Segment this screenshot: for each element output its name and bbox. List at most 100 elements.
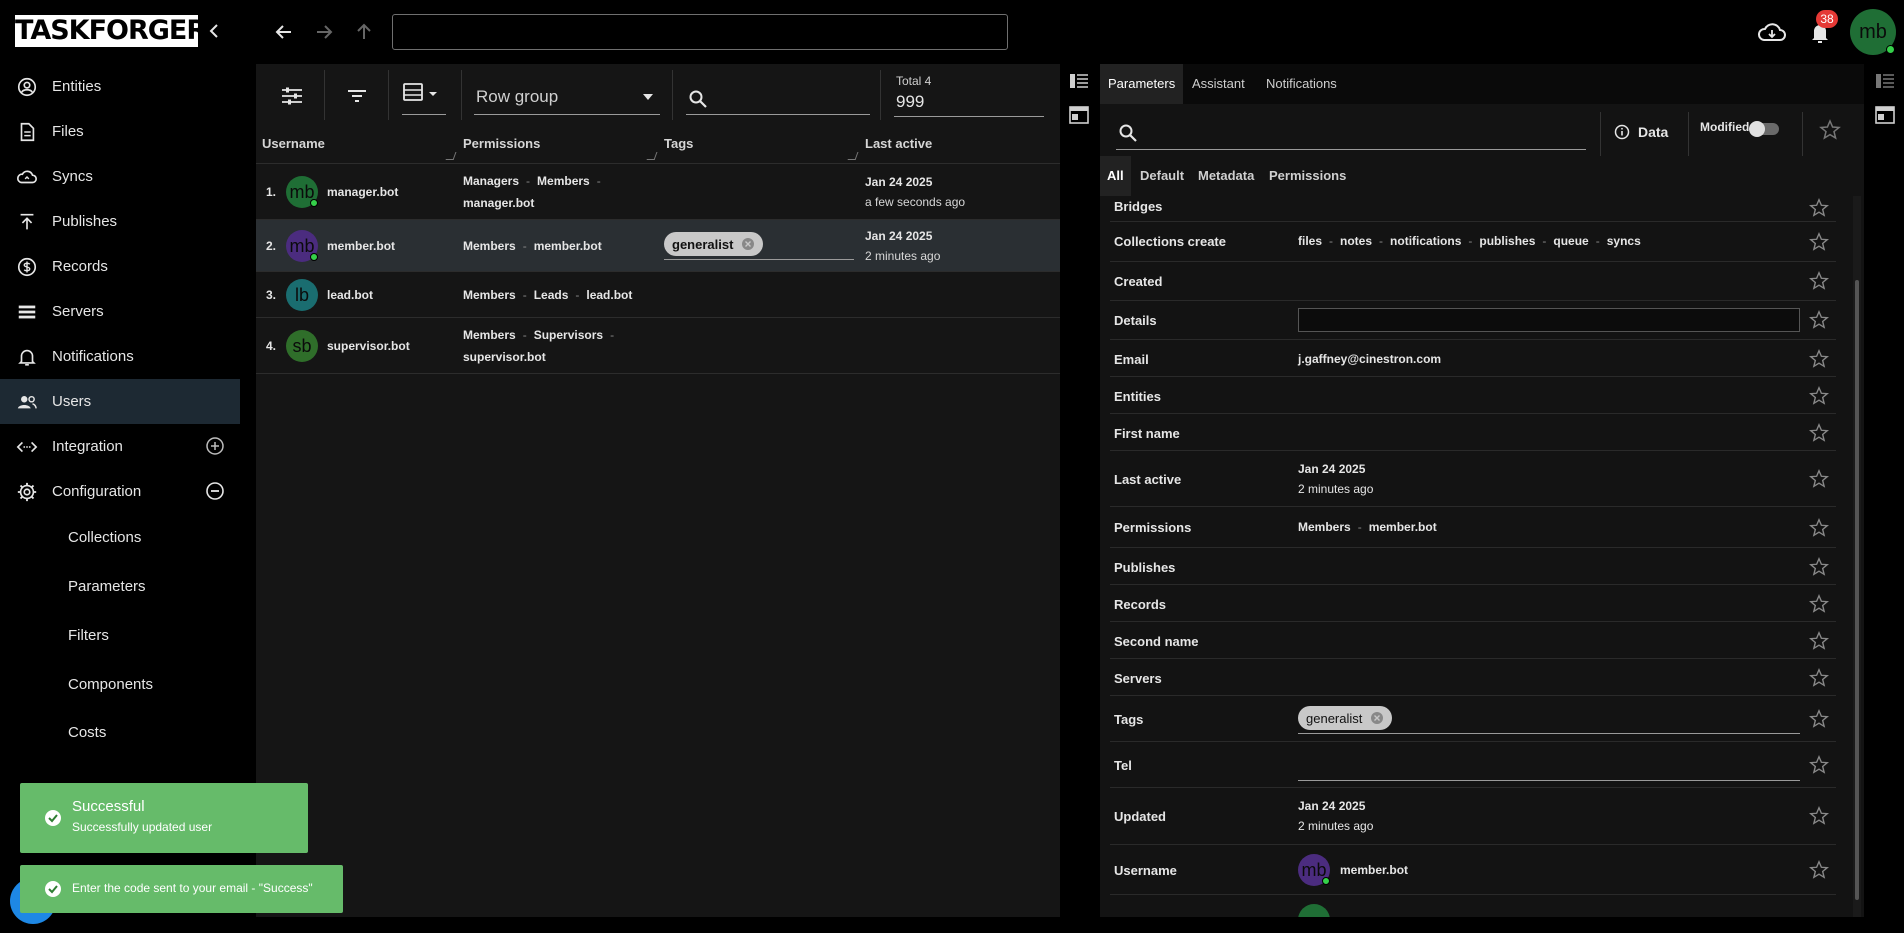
- panel-window-icon[interactable]: [1068, 104, 1090, 126]
- subtab-permissions[interactable]: Permissions: [1262, 156, 1353, 196]
- code-icon: [16, 441, 38, 452]
- sidebar-item-users[interactable]: Users: [0, 379, 240, 424]
- sidebar-subitem-costs[interactable]: Costs: [68, 721, 106, 745]
- subtab-all[interactable]: All: [1100, 156, 1131, 196]
- sidebar-subitem-parameters[interactable]: Parameters: [68, 575, 146, 599]
- details-input[interactable]: [1298, 308, 1800, 332]
- table-row[interactable]: 1. mb manager.bot Managers - Members - manag…: [256, 164, 1060, 220]
- permission-tag: Managers: [463, 174, 520, 188]
- parameters-search-input[interactable]: [1116, 116, 1586, 150]
- star-icon[interactable]: [1808, 348, 1830, 370]
- property-row: First name: [1110, 414, 1836, 451]
- property-label: Permissions: [1114, 520, 1192, 535]
- arrow-up-icon: [357, 23, 371, 39]
- view-mode-select[interactable]: [402, 79, 446, 115]
- column-header-permissions[interactable]: Permissions: [463, 136, 540, 151]
- panel-window-icon[interactable]: [1874, 104, 1896, 126]
- data-button[interactable]: Data: [1614, 116, 1668, 148]
- star-icon[interactable]: [1808, 754, 1830, 776]
- property-label: Email: [1114, 352, 1149, 367]
- tags-input[interactable]: generalist: [664, 232, 854, 260]
- star-icon[interactable]: [1808, 517, 1830, 539]
- table-row[interactable]: 4. sb supervisor.bot Members - Supervisors…: [256, 318, 1060, 374]
- sidebar-item-configuration[interactable]: Configuration: [0, 469, 240, 514]
- sidebar-subitem-components[interactable]: Components: [68, 673, 153, 697]
- sidebar-subitem-filters[interactable]: Filters: [68, 624, 109, 648]
- star-icon[interactable]: [1818, 118, 1842, 142]
- sidebar-item-publishes[interactable]: Publishes: [0, 199, 240, 244]
- table-row[interactable]: 3. lb lead.bot Members - Leads - lead.bot: [256, 272, 1060, 318]
- remove-tag-icon[interactable]: [1370, 711, 1384, 725]
- row-number: 4.: [266, 339, 277, 353]
- star-icon[interactable]: [1808, 593, 1830, 615]
- up-button[interactable]: [350, 18, 378, 46]
- star-icon[interactable]: [1808, 805, 1830, 827]
- plus-circle-icon[interactable]: [205, 436, 225, 456]
- minus-circle-icon[interactable]: [205, 481, 225, 501]
- row-group-label: Row group: [476, 87, 559, 106]
- tune-icon[interactable]: [279, 83, 305, 109]
- star-icon[interactable]: [1808, 468, 1830, 490]
- cloud-download-icon[interactable]: [1756, 18, 1788, 46]
- toast-info[interactable]: Enter the code sent to your email - "Suc…: [20, 865, 343, 913]
- subtab-default[interactable]: Default: [1133, 156, 1191, 196]
- sidebar-item-notifications[interactable]: Notifications: [0, 334, 240, 379]
- column-header-tags[interactable]: Tags: [664, 136, 693, 151]
- column-resize-handle[interactable]: [847, 152, 859, 160]
- property-row: Created: [1110, 262, 1836, 301]
- path-input[interactable]: [392, 14, 1008, 50]
- property-label: Username: [1114, 863, 1177, 878]
- tags-input[interactable]: generalist: [1298, 706, 1800, 734]
- sidebar-item-records[interactable]: Records: [0, 244, 240, 289]
- scrollbar-thumb[interactable]: [1855, 280, 1859, 900]
- total-label: Total 4: [896, 74, 932, 88]
- row-number: 2.: [266, 239, 277, 253]
- forward-button[interactable]: [310, 18, 338, 46]
- column-header-username[interactable]: Username: [262, 136, 325, 151]
- star-icon[interactable]: [1808, 270, 1830, 292]
- arrow-left-icon: [275, 25, 291, 39]
- table-row[interactable]: 2. mb member.bot Members - member.bot gene…: [256, 220, 1060, 272]
- star-icon[interactable]: [1808, 859, 1830, 881]
- permissions-cell: Managers - Members - manager.bot: [463, 174, 601, 210]
- star-icon[interactable]: [1808, 197, 1830, 219]
- star-icon[interactable]: [1808, 422, 1830, 444]
- modified-toggle[interactable]: [1749, 121, 1779, 137]
- row-number: 3.: [266, 288, 277, 302]
- back-button[interactable]: [270, 18, 298, 46]
- sidebar-item-entities[interactable]: Entities: [0, 64, 240, 109]
- collection-tag: notifications: [1390, 234, 1462, 248]
- property-row: Details: [1110, 301, 1836, 340]
- remove-tag-icon[interactable]: [741, 237, 755, 251]
- sidebar-item-servers[interactable]: Servers: [0, 289, 240, 334]
- star-icon[interactable]: [1808, 385, 1830, 407]
- publish-icon: [20, 213, 34, 229]
- tel-input[interactable]: [1298, 780, 1800, 781]
- star-icon[interactable]: [1808, 556, 1830, 578]
- collapse-sidebar-button[interactable]: [204, 20, 226, 42]
- sidebar-item-syncs[interactable]: Syncs: [0, 154, 240, 199]
- star-icon[interactable]: [1808, 630, 1830, 652]
- row-group-select[interactable]: Row group: [474, 79, 660, 115]
- star-icon[interactable]: [1808, 309, 1830, 331]
- sidebar-item-integration[interactable]: Integration: [0, 424, 240, 469]
- sidebar-item-files[interactable]: Files: [0, 109, 240, 154]
- star-icon[interactable]: [1808, 667, 1830, 689]
- star-icon[interactable]: [1808, 708, 1830, 730]
- total-field[interactable]: Total 4 999: [894, 72, 1044, 117]
- tab-notifications[interactable]: Notifications: [1258, 64, 1345, 104]
- column-header-last-active[interactable]: Last active: [865, 136, 932, 151]
- filter-icon[interactable]: [344, 83, 370, 109]
- tab-assistant[interactable]: Assistant: [1184, 64, 1253, 104]
- toast-success[interactable]: Successful Successfully updated user: [20, 783, 308, 853]
- column-resize-handle[interactable]: [445, 152, 457, 160]
- column-resize-handle[interactable]: [646, 152, 658, 160]
- panel-list-icon[interactable]: [1874, 70, 1896, 92]
- subtab-metadata[interactable]: Metadata: [1191, 156, 1261, 196]
- tab-parameters[interactable]: Parameters: [1100, 64, 1184, 104]
- star-icon[interactable]: [1808, 231, 1830, 253]
- avatar: [1298, 904, 1330, 917]
- grid-search-input[interactable]: [686, 79, 870, 115]
- panel-list-icon[interactable]: [1068, 70, 1090, 92]
- sidebar-subitem-collections[interactable]: Collections: [68, 526, 141, 550]
